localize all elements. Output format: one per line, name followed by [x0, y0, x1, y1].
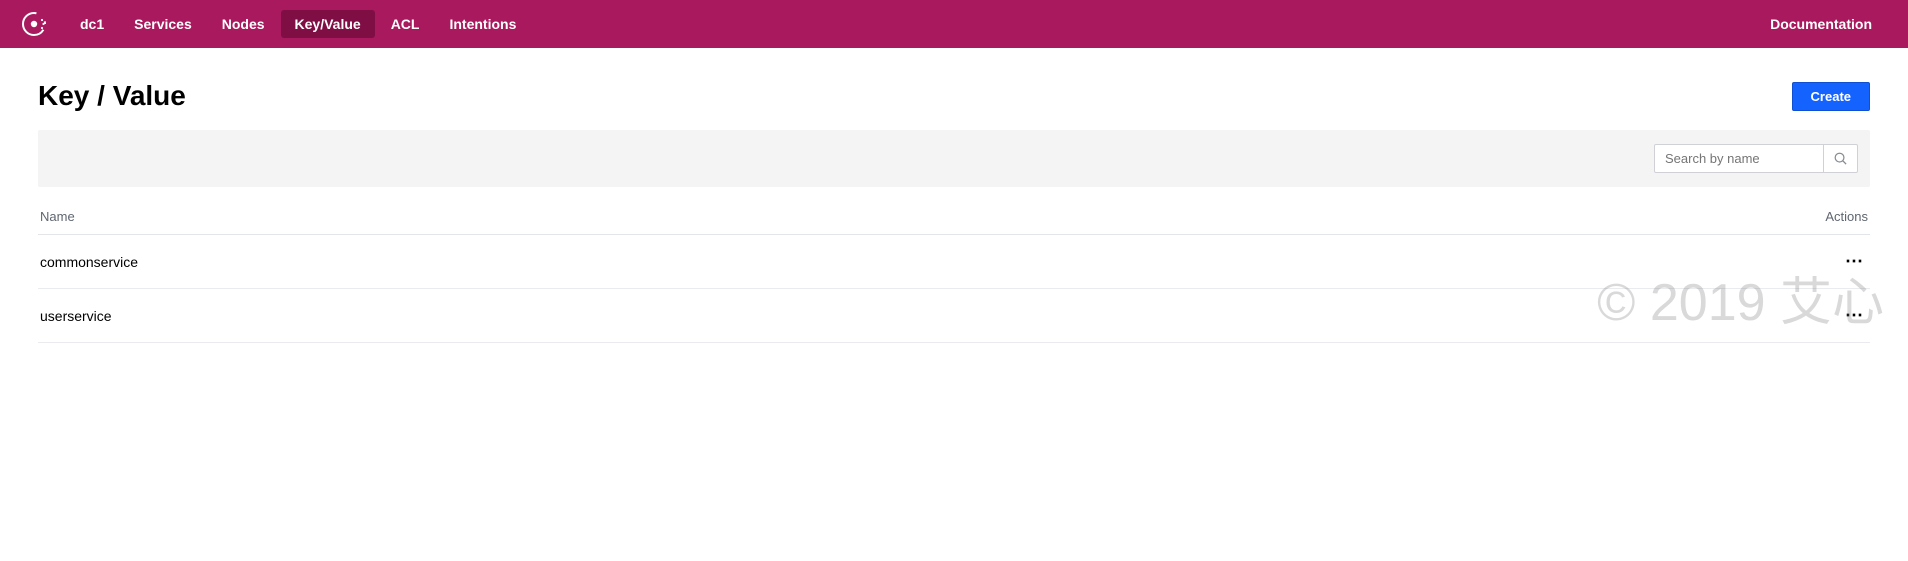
nav-datacenter[interactable]: dc1	[66, 10, 118, 38]
nav-intentions[interactable]: Intentions	[435, 10, 530, 38]
search-button[interactable]	[1824, 144, 1858, 173]
table-header: Name Actions	[38, 209, 1870, 235]
col-actions-header: Actions	[1825, 209, 1868, 224]
nav-nodes[interactable]: Nodes	[208, 10, 279, 38]
page-content: Key / Value Create Name Actions commonse…	[0, 48, 1908, 343]
search-input[interactable]	[1654, 144, 1824, 173]
more-actions-icon[interactable]: ⋯	[1841, 249, 1868, 274]
page-header: Key / Value Create	[38, 80, 1870, 112]
table-row: userservice ⋯	[38, 289, 1870, 343]
nav-documentation[interactable]: Documentation	[1756, 10, 1886, 38]
more-actions-icon[interactable]: ⋯	[1841, 303, 1868, 328]
nav-acl[interactable]: ACL	[377, 10, 434, 38]
create-button[interactable]: Create	[1792, 82, 1870, 111]
kv-name-link[interactable]: commonservice	[40, 254, 138, 270]
search-bar	[38, 130, 1870, 187]
table-row: commonservice ⋯	[38, 235, 1870, 289]
kv-name-link[interactable]: userservice	[40, 308, 112, 324]
nav-keyvalue[interactable]: Key/Value	[281, 10, 375, 38]
page-title: Key / Value	[38, 80, 186, 112]
nav-services[interactable]: Services	[120, 10, 206, 38]
search-wrap	[1654, 144, 1858, 173]
top-nav: dc1 Services Nodes Key/Value ACL Intenti…	[0, 0, 1908, 48]
kv-table: Name Actions commonservice ⋯ userservice…	[38, 209, 1870, 343]
col-name-header: Name	[40, 209, 75, 224]
search-icon	[1833, 151, 1848, 166]
consul-logo-icon[interactable]	[20, 10, 48, 38]
